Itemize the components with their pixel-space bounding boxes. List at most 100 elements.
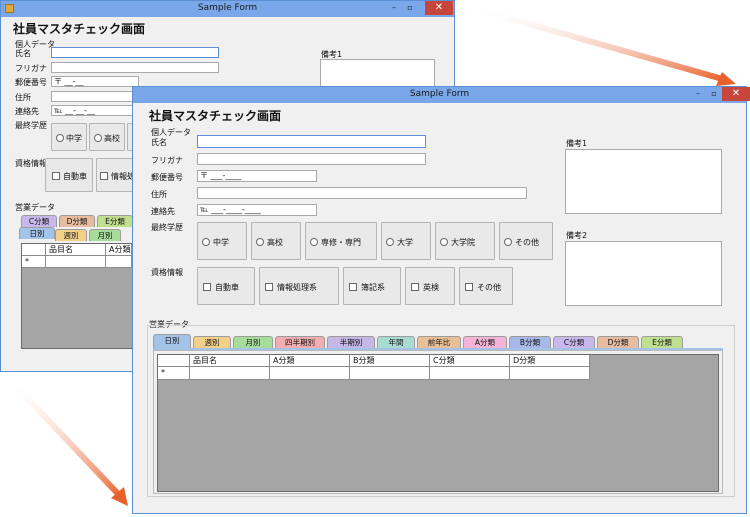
grid-header-c: C分類 [430,355,510,367]
titlebar: Sample Form – ▫ ✕ [133,87,750,103]
grid-cell[interactable] [106,256,132,268]
grid-corner [158,355,190,367]
tab-class-e[interactable]: E分類 [641,336,683,348]
back-tab[interactable]: 月別 [89,229,121,241]
education-option-high-school[interactable]: 高校 [251,222,301,260]
back-contact-input[interactable]: ℡ __-__-__ [51,105,139,116]
checkbox-icon [52,172,60,180]
grid-header: 品目名 [46,244,106,256]
kana-label: フリガナ [151,156,183,165]
address-input[interactable] [197,187,527,199]
education-option-junior-high[interactable]: 中学 [197,222,247,260]
tab-half-year[interactable]: 半期別 [327,336,375,348]
grid-cell[interactable] [350,367,430,380]
option-label: その他 [477,283,501,292]
arrow-top-right [465,3,727,83]
qualification-option-driver[interactable]: 自動車 [197,267,255,305]
minimize-icon[interactable]: – [389,3,399,12]
main-window: Sample Form – ▫ ✕ 社員マスタチェック画面 個人データ 氏名 フ… [132,86,750,514]
arrow-top-right-head [716,72,736,86]
back-tab[interactable]: C分類 [21,215,57,227]
back-qualification-option[interactable]: 自動車 [45,158,93,192]
back-kana-input[interactable] [51,62,219,73]
sales-data-grid[interactable]: 品目名 A分類 B分類 C分類 D分類 * [157,354,719,492]
grid-cell[interactable] [430,367,510,380]
checkbox-icon [349,283,357,291]
grid-cell[interactable] [510,367,590,380]
checkbox-icon [265,283,273,291]
tab-daily[interactable]: 日別 [153,334,191,349]
back-data-grid[interactable]: 品目名 A分類 * [21,243,133,349]
qualification-option-other[interactable]: その他 [459,267,513,305]
close-button[interactable]: ✕ [722,87,750,101]
radio-icon [256,238,264,246]
back-education-option[interactable]: 高校 [89,123,125,151]
qualification-label: 資格情報 [151,268,183,277]
contact-input[interactable]: ℡ ___-____-____ [197,204,317,216]
close-button[interactable]: ✕ [425,1,453,15]
option-label: 専修・専門 [321,238,361,247]
education-label: 最終学歴 [151,223,183,232]
back-education-option[interactable]: 中学 [51,123,87,151]
arrow-bottom-left [5,375,125,501]
remarks2-input[interactable] [565,241,722,306]
back-address-label: 住所 [15,93,31,102]
back-titlebar: Sample Form – ▫ ✕ [1,1,454,17]
tab-yoy[interactable]: 前年比 [417,336,461,348]
grid-header-item: 品目名 [190,355,270,367]
option-label: 大学 [397,238,413,247]
qualification-option-eiken[interactable]: 英検 [405,267,455,305]
back-name-input[interactable] [51,47,219,58]
tab-annual[interactable]: 年間 [377,336,415,348]
tab-class-d[interactable]: D分類 [597,336,639,348]
grid-header-b: B分類 [350,355,430,367]
education-option-graduate[interactable]: 大学院 [435,222,495,260]
tab-quarterly[interactable]: 四半期別 [275,336,325,348]
postal-input[interactable]: 〒 ___-____ [197,170,317,182]
education-option-vocational[interactable]: 専修・専門 [305,222,377,260]
back-tab[interactable]: E分類 [97,215,133,227]
tab-class-c[interactable]: C分類 [553,336,595,348]
tab-class-a[interactable]: A分類 [463,336,507,348]
option-label: 高校 [104,134,120,143]
checkbox-icon [465,283,473,291]
back-heading: 社員マスタチェック画面 [13,22,146,36]
back-tab[interactable]: 週別 [55,229,87,241]
back-sales-group: 営業データ [15,203,55,212]
back-kana-label: フリガナ [15,64,47,73]
option-label: 大学院 [451,238,475,247]
back-remarks1-input[interactable] [320,59,435,89]
back-postal-input[interactable]: 〒 __-__ [51,76,139,87]
kana-input[interactable] [197,153,426,165]
tab-weekly[interactable]: 週別 [193,336,231,348]
page-title: 社員マスタチェック画面 [149,109,282,123]
maximize-icon[interactable]: ▫ [405,3,415,12]
option-label: 情報処理系 [277,283,317,292]
grid-cell[interactable] [46,256,106,268]
radio-icon [504,238,512,246]
maximize-icon[interactable]: ▫ [709,89,719,98]
remarks1-input[interactable] [565,149,722,214]
back-tab[interactable]: D分類 [59,215,95,227]
name-input[interactable] [197,135,426,148]
tab-class-b[interactable]: B分類 [509,336,551,348]
checkbox-icon [411,283,419,291]
grid-cell[interactable] [270,367,350,380]
minimize-icon[interactable]: – [693,89,703,98]
radio-icon [94,134,102,142]
qualification-option-it[interactable]: 情報処理系 [259,267,339,305]
tab-monthly[interactable]: 月別 [233,336,273,348]
grid-cell[interactable] [190,367,270,380]
education-option-other[interactable]: その他 [499,222,553,260]
window-title: Sample Form [409,89,470,99]
radio-icon [386,238,394,246]
contact-label: 連絡先 [151,207,175,216]
remarks1-label: 備考1 [566,139,588,148]
grid-header-a: A分類 [270,355,350,367]
education-option-university[interactable]: 大学 [381,222,431,260]
back-tab-active[interactable]: 日別 [19,227,55,239]
option-label: 自動車 [63,172,87,181]
back-qualification-option[interactable]: 情報処 [96,158,136,192]
option-label: 簿記系 [361,283,385,292]
qualification-option-bookkeeping[interactable]: 簿記系 [343,267,401,305]
